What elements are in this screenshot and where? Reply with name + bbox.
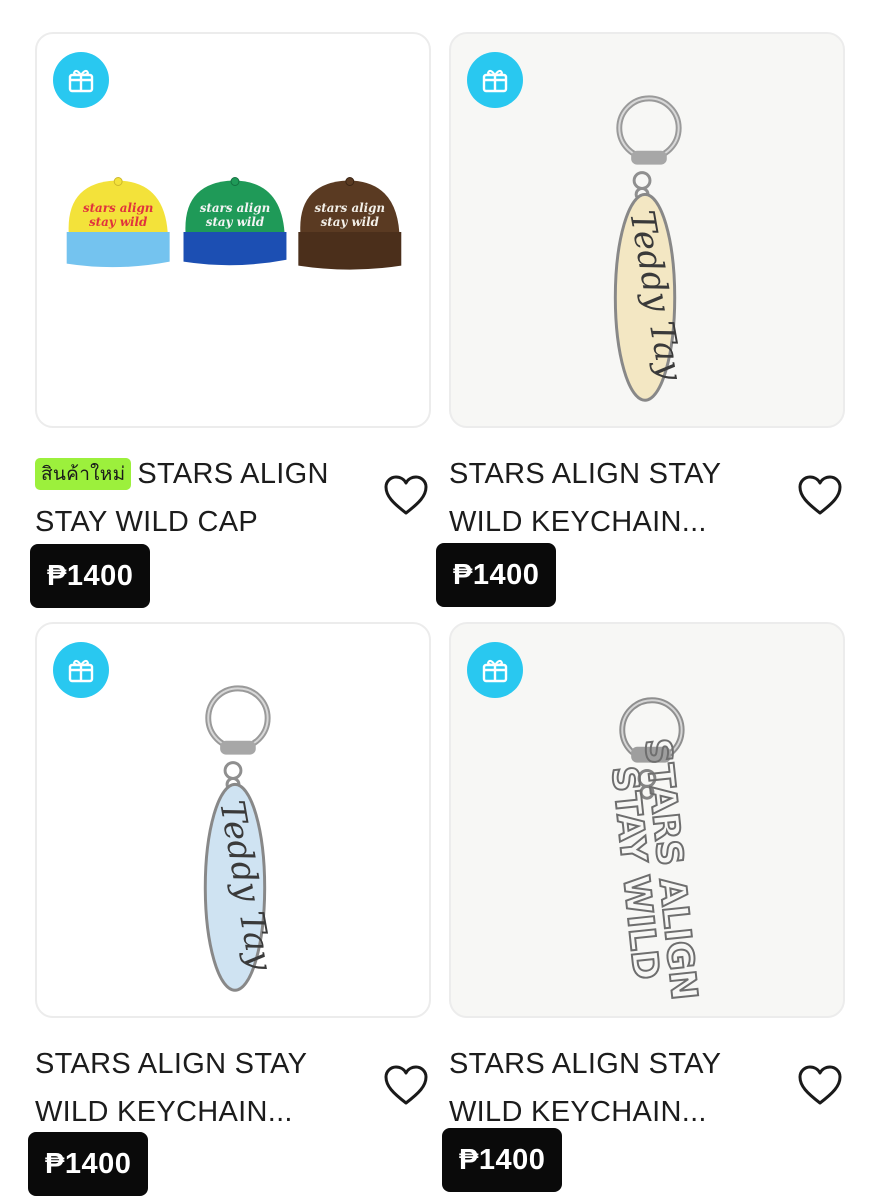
product-card[interactable]: STARS ALIGN STAY WILD STARS ALIGN STAY W… bbox=[442, 622, 845, 1200]
product-image[interactable]: Teddy Tay bbox=[449, 32, 845, 428]
svg-text:stay wild: stay wild bbox=[206, 215, 265, 229]
price-tag: ₱1400 bbox=[30, 544, 151, 608]
svg-text:stay wild: stay wild bbox=[89, 215, 148, 229]
heart-outline-icon[interactable] bbox=[797, 1064, 843, 1106]
product-image[interactable]: STARS ALIGN STAY WILD bbox=[449, 622, 845, 1018]
svg-text:stars align: stars align bbox=[200, 201, 271, 215]
product-image[interactable]: stars align stay wild stars align stay w… bbox=[35, 32, 431, 428]
gift-icon[interactable] bbox=[53, 52, 109, 108]
product-card[interactable]: Teddy Tay STARS ALIGN STAY WILD KEYCHAIN… bbox=[28, 622, 431, 1200]
product-title[interactable]: STARS ALIGN STAY WILD KEYCHAIN... bbox=[449, 1040, 739, 1136]
gift-icon[interactable] bbox=[467, 52, 523, 108]
gift-icon[interactable] bbox=[53, 642, 109, 698]
price-tag: ₱1400 bbox=[436, 543, 557, 607]
gift-icon[interactable] bbox=[467, 642, 523, 698]
heart-outline-icon[interactable] bbox=[383, 1064, 429, 1106]
product-card[interactable]: stars align stay wild stars align stay w… bbox=[30, 32, 431, 612]
heart-outline-icon[interactable] bbox=[797, 474, 843, 516]
product-title[interactable]: STARS ALIGN STAY WILD KEYCHAIN... bbox=[449, 450, 739, 546]
product-card[interactable]: Teddy Tay STARS ALIGN STAY WILD KEYCHAIN… bbox=[436, 32, 845, 612]
price-tag: ₱1400 bbox=[442, 1128, 563, 1192]
heart-outline-icon[interactable] bbox=[383, 474, 429, 516]
product-image[interactable]: Teddy Tay bbox=[35, 622, 431, 1018]
product-title[interactable]: สินค้าใหม่ STARS ALIGN STAY WILD CAP bbox=[35, 450, 365, 546]
svg-text:stars align: stars align bbox=[315, 201, 386, 215]
product-title[interactable]: STARS ALIGN STAY WILD KEYCHAIN... bbox=[35, 1040, 325, 1136]
cap-embroidery-text: stars align bbox=[83, 201, 154, 215]
price-tag: ₱1400 bbox=[28, 1132, 149, 1196]
new-item-badge: สินค้าใหม่ bbox=[35, 458, 132, 490]
svg-text:stay wild: stay wild bbox=[321, 215, 380, 229]
